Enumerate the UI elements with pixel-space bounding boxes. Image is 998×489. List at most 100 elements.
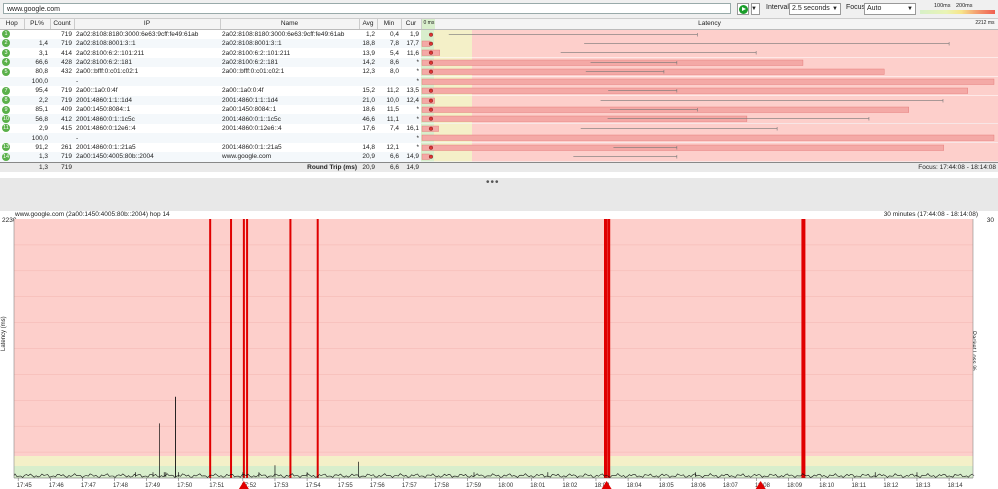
avg-latency: 14,8 bbox=[362, 143, 375, 151]
hop-number bbox=[0, 76, 24, 87]
cur-latency: 1,9 bbox=[409, 30, 419, 38]
avg-latency: 18,6 bbox=[362, 106, 375, 114]
hop-number: 5 bbox=[0, 67, 24, 76]
sample-count: 719 bbox=[50, 152, 74, 163]
avg-latency bbox=[359, 76, 377, 87]
header-row: Hop PL% Count IP Name Avg Min Cur 0 ms L… bbox=[0, 19, 998, 30]
hop-status-icon: 5 bbox=[2, 67, 10, 76]
host-name: 2a00::1a0:0:4f bbox=[222, 87, 264, 95]
packet-loss: 3,1 bbox=[38, 49, 48, 57]
ip-address: 2a00:1450:8084::1 bbox=[76, 106, 131, 114]
host-name: 2a02:8100:6:2::181 bbox=[220, 57, 359, 68]
summary-ip bbox=[74, 161, 220, 172]
packet-loss-marker bbox=[209, 219, 212, 478]
col-cur[interactable]: Cur bbox=[401, 19, 422, 30]
avg-latency-marker bbox=[428, 98, 433, 103]
avg-latency-marker bbox=[428, 126, 433, 131]
avg-latency-marker bbox=[428, 32, 433, 37]
host-name: 2001:4860:0:1::1c5c bbox=[220, 114, 359, 124]
min-latency: 5,4 bbox=[389, 49, 399, 57]
avg-latency-marker bbox=[428, 117, 433, 122]
graph-max-label: 2212 ms bbox=[975, 20, 995, 26]
avg-latency: 20,9 bbox=[359, 152, 377, 163]
col-min[interactable]: Min bbox=[377, 19, 402, 30]
interval-select[interactable]: 2.5 seconds ▼ bbox=[789, 3, 841, 15]
host-name: 2a02:8108:8001:3::1 bbox=[220, 38, 359, 49]
ip-address: 2a02:8100:6:2::101:211 bbox=[76, 49, 145, 57]
col-pl[interactable]: PL% bbox=[24, 19, 51, 30]
x-tick-label: 18:11 bbox=[851, 483, 866, 489]
avg-latency-marker bbox=[428, 88, 433, 93]
hop-row[interactable]: 8 2,2 719 2001:4860:1:1::1d4 2001:4860:1:1::… bbox=[0, 95, 998, 105]
packet-loss-marker bbox=[603, 219, 607, 478]
hop-row[interactable]: 13 91,2 261 2001:4860:0:1::21a5 2001:4860:0:… bbox=[0, 142, 998, 153]
ip-address: - bbox=[74, 76, 220, 87]
x-tick-label: 18:04 bbox=[627, 483, 643, 489]
hop-row[interactable]: 10 56,8 412 2001:4860:0:1::1c5c 2001:4860:0:… bbox=[0, 114, 998, 124]
x-tick-label: 17:48 bbox=[113, 483, 129, 489]
packet-loss-marker bbox=[230, 219, 233, 478]
play-options-dropdown[interactable]: ▼ bbox=[751, 3, 760, 15]
packet-loss: 95,4 bbox=[35, 87, 48, 95]
focus-value: Auto bbox=[867, 5, 882, 12]
hop-status-icon: 2 bbox=[2, 39, 10, 48]
scale-100-label: 100ms bbox=[934, 3, 951, 9]
avg-latency: 46,6 bbox=[359, 114, 377, 124]
hop-latency-graph bbox=[421, 38, 998, 49]
min-latency: 12,1 bbox=[386, 143, 399, 151]
host-name: 2a02:8100:6:2::101:211 bbox=[222, 49, 291, 57]
col-hop[interactable]: Hop bbox=[0, 19, 25, 30]
x-tick-label: 17:57 bbox=[402, 483, 418, 489]
hop-row[interactable]: 9 85,1 409 2a00:1450:8084::1 2a00:1450:8084:… bbox=[0, 105, 998, 115]
hop-number: 2 bbox=[0, 38, 24, 49]
focus-select[interactable]: Auto ▼ bbox=[864, 3, 916, 15]
avg-latency: 17,6 bbox=[362, 125, 375, 133]
min-latency: 6,6 bbox=[377, 152, 401, 163]
hop-row[interactable]: 3 3,1 414 2a02:8100:6:2::101:211 2a02:8100:6… bbox=[0, 48, 998, 58]
packet-loss: 100,0 bbox=[24, 76, 50, 87]
hop-row[interactable]: 1 719 2a02:8108:8180:3000:6e63:9cff:fe49:6… bbox=[0, 29, 998, 39]
hop-row[interactable]: 4 66,6 428 2a02:8100:6:2::181 2a02:8100:6:2:… bbox=[0, 57, 998, 68]
graph-zone-warn bbox=[434, 123, 472, 134]
avg-latency: 12,3 bbox=[362, 68, 375, 76]
sample-count: 719 bbox=[50, 95, 74, 105]
hop-latency-graph bbox=[421, 105, 998, 115]
packet-loss-marker bbox=[316, 219, 319, 478]
x-tick-label: 17:45 bbox=[17, 483, 33, 489]
avg-latency: 13,9 bbox=[362, 49, 375, 57]
hop-row[interactable]: 100,0 - * bbox=[0, 133, 998, 143]
chevron-down-icon: ▼ bbox=[907, 6, 913, 12]
pane-splitter[interactable]: ••• bbox=[0, 177, 998, 212]
hop-row[interactable]: 100,0 - * bbox=[0, 76, 998, 87]
col-count[interactable]: Count bbox=[50, 19, 75, 30]
x-tick-label: 17:53 bbox=[273, 483, 289, 489]
col-avg[interactable]: Avg bbox=[359, 19, 378, 30]
host-name: 2a00:1450:8084::1 bbox=[222, 106, 277, 114]
col-name[interactable]: Name bbox=[220, 19, 360, 30]
x-tick-label: 17:56 bbox=[370, 483, 386, 489]
hop-row[interactable]: 5 80,8 432 2a00::bfff:0:c01:c02:1 2a00::bfff… bbox=[0, 67, 998, 77]
hop-row[interactable]: 11 2,9 415 2001:4860:0:12e6::4 2001:4860:0:1… bbox=[0, 123, 998, 134]
timeline-chart[interactable]: 17:45 17:46 17:47 17:48 17:49 17:50 17:51 17:52… bbox=[0, 211, 998, 489]
hop-row[interactable]: 14 1,3 719 2a00:1450:4005:80b::2004 www.goog… bbox=[0, 152, 998, 163]
hop-row[interactable]: 7 95,4 719 2a00::1a0:0:4f 2a00::1a0:0:4f 15,2… bbox=[0, 86, 998, 96]
target-input[interactable]: www.google.com bbox=[3, 3, 731, 14]
start-trace-button[interactable] bbox=[737, 3, 749, 15]
hop-number: 4 bbox=[0, 57, 24, 68]
packet-loss-marker bbox=[242, 219, 245, 478]
hop-latency-graph bbox=[421, 67, 998, 77]
cur-latency: * bbox=[401, 76, 421, 87]
min-latency: 7,4 bbox=[389, 125, 399, 133]
hop-number: 14 bbox=[0, 152, 24, 163]
col-ip[interactable]: IP bbox=[74, 19, 221, 30]
min-latency bbox=[377, 76, 401, 87]
cur-latency: 12,4 bbox=[401, 95, 421, 105]
packet-loss-bar bbox=[421, 144, 944, 151]
host-name: www.google.com bbox=[220, 152, 359, 163]
min-latency: 11,2 bbox=[386, 87, 399, 95]
hop-number: 10 bbox=[0, 114, 24, 124]
hop-row[interactable]: 2 1,4 719 2a02:8108:8001:3::1 2a02:8108:8001… bbox=[0, 38, 998, 49]
interval-value: 2.5 seconds bbox=[792, 5, 830, 12]
col-latency-graph[interactable]: 0 ms Latency 2212 ms bbox=[421, 19, 998, 30]
hop-number: 3 bbox=[0, 48, 24, 57]
